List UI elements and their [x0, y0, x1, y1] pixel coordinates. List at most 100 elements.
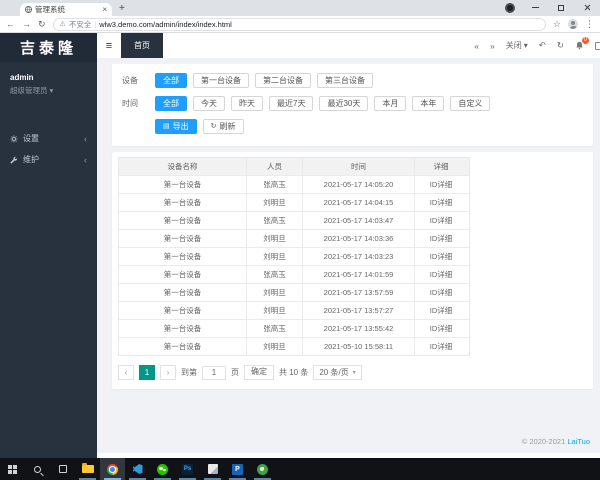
refresh-label: 刷新	[219, 122, 236, 131]
close-window-icon	[584, 4, 591, 11]
device-filter-2[interactable]: 第二台设备	[255, 73, 311, 88]
layout-toggle-icon[interactable]	[595, 41, 600, 50]
prev-page-button[interactable]: ‹	[118, 365, 134, 380]
scroll-tabs-left-icon[interactable]: «	[474, 41, 479, 51]
cell-time: 2021-05-17 14:01:59	[303, 266, 415, 283]
table-row[interactable]: 第一台设备 刘明旦 2021-05-17 13:57:59 ID详细	[119, 284, 469, 302]
goto-suffix-label: 页	[231, 368, 239, 377]
app-header: ≡ 首页 « » 关闭 ▾ ↶ ↻ 0	[97, 33, 600, 58]
browser-menu-icon[interactable]: ⋮	[585, 19, 594, 29]
close-tabs-dropdown[interactable]: 关闭 ▾	[506, 40, 528, 51]
cell-time: 2021-05-17 13:57:59	[303, 284, 415, 301]
time-filter-custom[interactable]: 自定义	[450, 96, 491, 111]
url-text: wlw3.demo.com/admin/index/index.html	[99, 19, 232, 29]
hamburger-menu-icon[interactable]: ≡	[97, 40, 121, 52]
time-filter-all[interactable]: 全部	[155, 96, 187, 111]
brand-link[interactable]: LaiTuo	[567, 437, 590, 446]
device-filter-all[interactable]: 全部	[155, 73, 187, 88]
sidebar-item-label: 设置	[23, 134, 39, 143]
cell-detail: ID详细	[429, 216, 453, 225]
browser-profile-icon[interactable]	[505, 3, 515, 13]
header-actions: « » 关闭 ▾ ↶ ↻ 0	[474, 37, 600, 51]
sidebar-item-settings[interactable]: 设置 ‹	[0, 128, 97, 149]
goto-page-input[interactable]	[202, 365, 226, 380]
notification-bell[interactable]: 0	[575, 37, 589, 50]
taskbar-p-app[interactable]: P	[225, 458, 250, 480]
total-count-label: 共 10 条	[279, 368, 309, 377]
maximize-button[interactable]	[548, 0, 574, 15]
address-bar[interactable]: ⚠ 不安全 | wlw3.demo.com/admin/index/index.…	[52, 17, 546, 31]
new-tab-button[interactable]: +	[119, 4, 125, 14]
taskbar-photoshop[interactable]: Ps	[175, 458, 200, 480]
reload-nav-icon[interactable]: ↻	[38, 19, 46, 29]
taskbar-search-button[interactable]	[25, 458, 50, 480]
device-filter-row: 设备 全部 第一台设备 第二台设备 第三台设备	[122, 73, 583, 88]
bookmark-star-icon[interactable]: ☆	[553, 19, 561, 29]
next-page-button[interactable]: ›	[160, 365, 176, 380]
table-row[interactable]: 第一台设备 刘明旦 2021-05-17 14:03:23 ID详细	[119, 248, 469, 266]
taskbar-wechat[interactable]	[150, 458, 175, 480]
user-role-dropdown[interactable]: 超级管理员 ▾	[10, 85, 97, 96]
wrench-icon	[10, 156, 18, 163]
user-panel: admin 超级管理员 ▾	[0, 62, 97, 96]
table-row[interactable]: 第一台设备 张高玉 2021-05-17 14:03:47 ID详细	[119, 212, 469, 230]
app-logo: 吉泰隆	[0, 33, 97, 62]
taskbar-chrome[interactable]	[100, 458, 125, 480]
time-filter-7days[interactable]: 最近7天	[269, 96, 314, 111]
tab-home[interactable]: 首页	[121, 33, 163, 58]
cell-device: 第一台设备	[119, 230, 247, 247]
table-row[interactable]: 第一台设备 刘明旦 2021-05-17 14:03:36 ID详细	[119, 230, 469, 248]
time-filter-today[interactable]: 今天	[193, 96, 225, 111]
taskbar-green-app[interactable]	[250, 458, 275, 480]
time-filter-30days[interactable]: 最近30天	[319, 96, 369, 111]
globe-favicon-icon	[25, 6, 32, 13]
time-filter-yesterday[interactable]: 昨天	[231, 96, 263, 111]
cell-device: 第一台设备	[119, 248, 247, 265]
cell-person: 刘明旦	[247, 338, 303, 355]
close-window-button[interactable]	[574, 0, 600, 15]
device-filter-1[interactable]: 第一台设备	[193, 73, 249, 88]
caret-down-icon: ▾	[49, 86, 54, 95]
scroll-tabs-right-icon[interactable]: »	[490, 41, 495, 51]
time-filter-month[interactable]: 本月	[374, 96, 407, 111]
table-row[interactable]: 第一台设备 张高玉 2021-05-17 13:55:42 ID详细	[119, 320, 469, 338]
taskbar-file-explorer[interactable]	[75, 458, 100, 480]
cell-time: 2021-05-10 15:58:11	[303, 338, 415, 355]
task-view-button[interactable]	[50, 458, 75, 480]
per-page-select[interactable]: 20 条/页 ▾	[313, 365, 362, 380]
taskbar-notes-app[interactable]	[200, 458, 225, 480]
cell-device: 第一台设备	[119, 176, 247, 193]
taskbar-vscode[interactable]	[125, 458, 150, 480]
start-button[interactable]	[0, 458, 25, 480]
cell-person: 刘明旦	[247, 302, 303, 319]
back-action-icon[interactable]: ↶	[539, 40, 546, 51]
table-row[interactable]: 第一台设备 张高玉 2021-05-17 14:01:59 ID详细	[119, 266, 469, 284]
table-row[interactable]: 第一台设备 张高玉 2021-05-17 14:05:20 ID详细	[119, 176, 469, 194]
table-row[interactable]: 第一台设备 刘明旦 2021-05-17 14:04:15 ID详细	[119, 194, 469, 212]
forward-nav-icon[interactable]: →	[22, 19, 31, 29]
per-page-value: 20 条/页	[319, 368, 349, 377]
device-filter-3[interactable]: 第三台设备	[317, 73, 373, 88]
time-filter-label: 时间	[122, 99, 138, 108]
export-button[interactable]: ▤ 导出	[155, 119, 197, 134]
time-filter-year[interactable]: 本年	[412, 96, 445, 111]
p-app-icon: P	[232, 463, 243, 475]
table-row[interactable]: 第一台设备 刘明旦 2021-05-10 15:58:11 ID详细	[119, 338, 469, 355]
address-separator: |	[94, 19, 97, 29]
sidebar-item-maintenance[interactable]: 维护 ‹	[0, 149, 97, 170]
chrome-icon	[107, 463, 118, 475]
browser-tab[interactable]: 管理系统 ×	[20, 3, 112, 16]
tab-close-icon[interactable]: ×	[102, 5, 107, 14]
data-table: 设备名称 人员 时间 详细 第一台设备 张高玉 2021-05-17 14:05…	[118, 157, 470, 356]
minimize-button[interactable]	[522, 0, 548, 15]
refresh-button[interactable]: ↻ 刷新	[202, 119, 244, 134]
current-page-button[interactable]: 1	[139, 365, 155, 380]
confirm-page-button[interactable]: 确定	[244, 365, 274, 380]
refresh-action-icon[interactable]: ↻	[557, 40, 564, 51]
chevron-left-icon: ‹	[84, 154, 87, 165]
back-nav-icon[interactable]: ←	[6, 19, 15, 29]
browser-avatar-icon[interactable]	[568, 19, 578, 29]
notes-icon	[207, 464, 218, 474]
table-row[interactable]: 第一台设备 刘明旦 2021-05-17 13:57:27 ID详细	[119, 302, 469, 320]
column-header-person: 人员	[247, 158, 303, 175]
